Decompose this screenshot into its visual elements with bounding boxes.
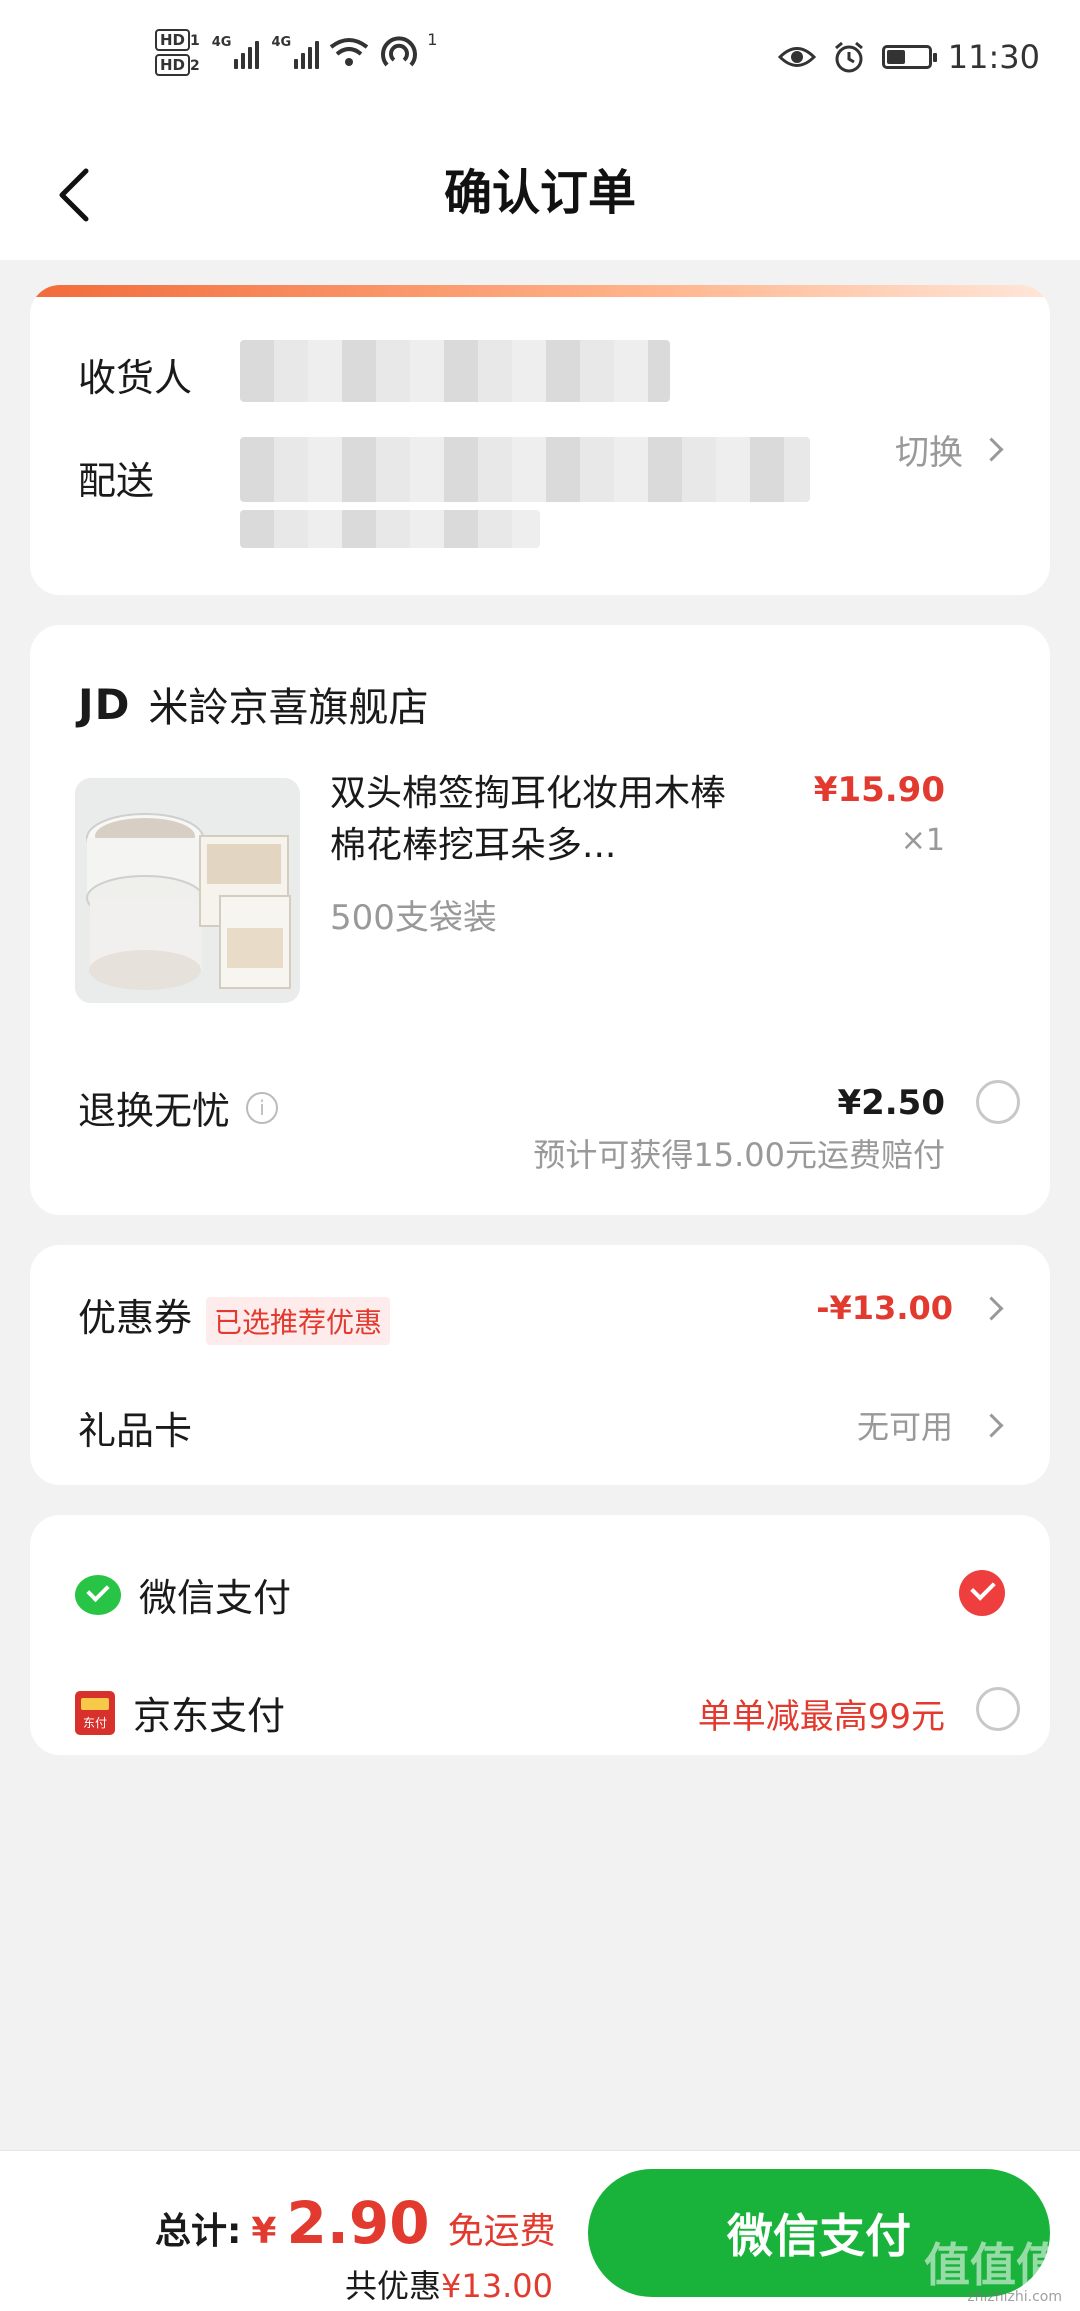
product-image[interactable] xyxy=(75,778,300,1003)
product-spec: 500支袋装 xyxy=(330,898,497,938)
product-name[interactable]: 双头棉签掏耳化妆用木棒棉花棒挖耳朵多... xyxy=(330,768,740,872)
shipping-free: 免运费 xyxy=(447,2211,556,2252)
status-left: HD 1 HD 2 4G 4G 1 xyxy=(155,29,438,76)
address-redacted-line1 xyxy=(240,437,810,502)
status-bar: HD 1 HD 2 4G 4G 1 11:30 xyxy=(0,0,1080,125)
switch-label: 切换 xyxy=(895,433,963,473)
product-card: JD 米詅京喜旗舰店 双头棉签掏耳化妆用木棒棉花棒挖耳朵多... 500支袋装 … xyxy=(30,625,1050,1215)
nav-bar: 确认订单 xyxy=(0,125,1080,260)
page-title: 确认订单 xyxy=(443,165,636,221)
product-quantity: ×1 xyxy=(900,823,945,858)
return-service-radio[interactable] xyxy=(976,1080,1020,1124)
recipient-redacted xyxy=(240,340,670,402)
watermark-url: zhizhizhi.com xyxy=(967,2289,1062,2305)
shop-name: 米詅京喜旗舰店 xyxy=(148,685,429,731)
recipient-label: 收货人 xyxy=(78,356,193,400)
total-currency: ¥ xyxy=(251,2211,277,2252)
coupon-value-group[interactable]: -¥13.00 xyxy=(816,1289,1004,1327)
return-service-note: 预计可获得15.00元运费赔付 xyxy=(533,1136,945,1174)
discount-card: 优惠券 已选推荐优惠 -¥13.00 礼品卡 无可用 xyxy=(30,1245,1050,1485)
hotspot-icon xyxy=(381,36,418,67)
hd-indicators: HD 1 HD 2 xyxy=(155,29,200,76)
coupon-value: -¥13.00 xyxy=(816,1289,953,1327)
gift-card-value-group[interactable]: 无可用 xyxy=(856,1402,1004,1448)
jd-pay-option[interactable]: 东付 京东支付 xyxy=(75,1685,285,1740)
payment-card: 微信支付 东付 京东支付 单单减最高99元 xyxy=(30,1515,1050,1755)
jd-pay-label: 京东支付 xyxy=(133,1694,286,1738)
discount-summary: 共优惠¥13.00 xyxy=(345,2261,553,2307)
jd-pay-radio[interactable] xyxy=(976,1687,1020,1731)
return-service-row: 退换无忧 i xyxy=(78,1080,279,1135)
cotton-swab-product-illustration xyxy=(75,778,300,1003)
discount-value: ¥13.00 xyxy=(441,2267,553,2305)
alarm-icon xyxy=(834,41,863,73)
gift-card-value: 无可用 xyxy=(856,1408,953,1446)
coupon-label: 优惠券 xyxy=(78,1296,193,1340)
watermark: 值值值 xyxy=(924,2238,1062,2292)
jd-pay-icon: 东付 xyxy=(75,1690,115,1735)
info-icon[interactable]: i xyxy=(246,1091,279,1124)
delivery-label: 配送 xyxy=(78,459,155,503)
chevron-right-icon xyxy=(979,1295,1004,1321)
wechat-pay-checked-icon[interactable] xyxy=(959,1570,1005,1616)
total-label: 总计: xyxy=(155,2211,242,2252)
jd-pay-promo: 单单减最高99元 xyxy=(697,1697,945,1737)
product-price: ¥15.90 xyxy=(813,770,945,810)
signal-2-icon: 4G xyxy=(271,35,320,69)
hd2-indicator: HD 2 xyxy=(155,54,200,76)
wechat-pay-option[interactable]: 微信支付 xyxy=(75,1567,291,1622)
battery-icon xyxy=(881,45,937,69)
signal-1-icon: 4G xyxy=(212,35,260,69)
address-card[interactable]: 收货人 配送 切换 xyxy=(30,285,1050,595)
coupon-row[interactable]: 优惠券 已选推荐优惠 xyxy=(78,1287,391,1345)
discount-label: 共优惠 xyxy=(345,2267,442,2305)
wechat-pay-label: 微信支付 xyxy=(139,1576,292,1620)
status-right: 11:30 xyxy=(777,38,1040,76)
total-amount: 2.90 xyxy=(286,2189,430,2257)
return-service-price: ¥2.50 xyxy=(837,1083,945,1123)
wechat-pay-icon xyxy=(75,1574,121,1615)
shop-header[interactable]: JD 米詅京喜旗舰店 xyxy=(78,675,429,733)
coupon-tag: 已选推荐优惠 xyxy=(206,1296,391,1345)
clock: 11:30 xyxy=(947,38,1040,76)
wifi-icon xyxy=(329,38,369,66)
chevron-right-icon xyxy=(979,437,1004,462)
hotspot-count: 1 xyxy=(427,30,438,49)
switch-address-button[interactable]: 切换 xyxy=(895,425,1004,474)
chevron-right-icon xyxy=(979,1412,1004,1438)
address-redacted-line2 xyxy=(240,510,540,548)
eye-icon xyxy=(777,47,816,67)
bottom-bar: 总计: ¥2.90 免运费 共优惠¥13.00 微信支付 值值值 zhizhiz… xyxy=(0,2150,1080,2311)
address-card-stripe xyxy=(30,285,1050,297)
return-service-label: 退换无忧 xyxy=(78,1089,231,1133)
gift-card-label: 礼品卡 xyxy=(78,1409,193,1453)
jd-logo: JD xyxy=(78,679,131,729)
hd1-indicator: HD 1 xyxy=(155,29,200,51)
total-summary: 总计: ¥2.90 免运费 xyxy=(155,2189,556,2257)
